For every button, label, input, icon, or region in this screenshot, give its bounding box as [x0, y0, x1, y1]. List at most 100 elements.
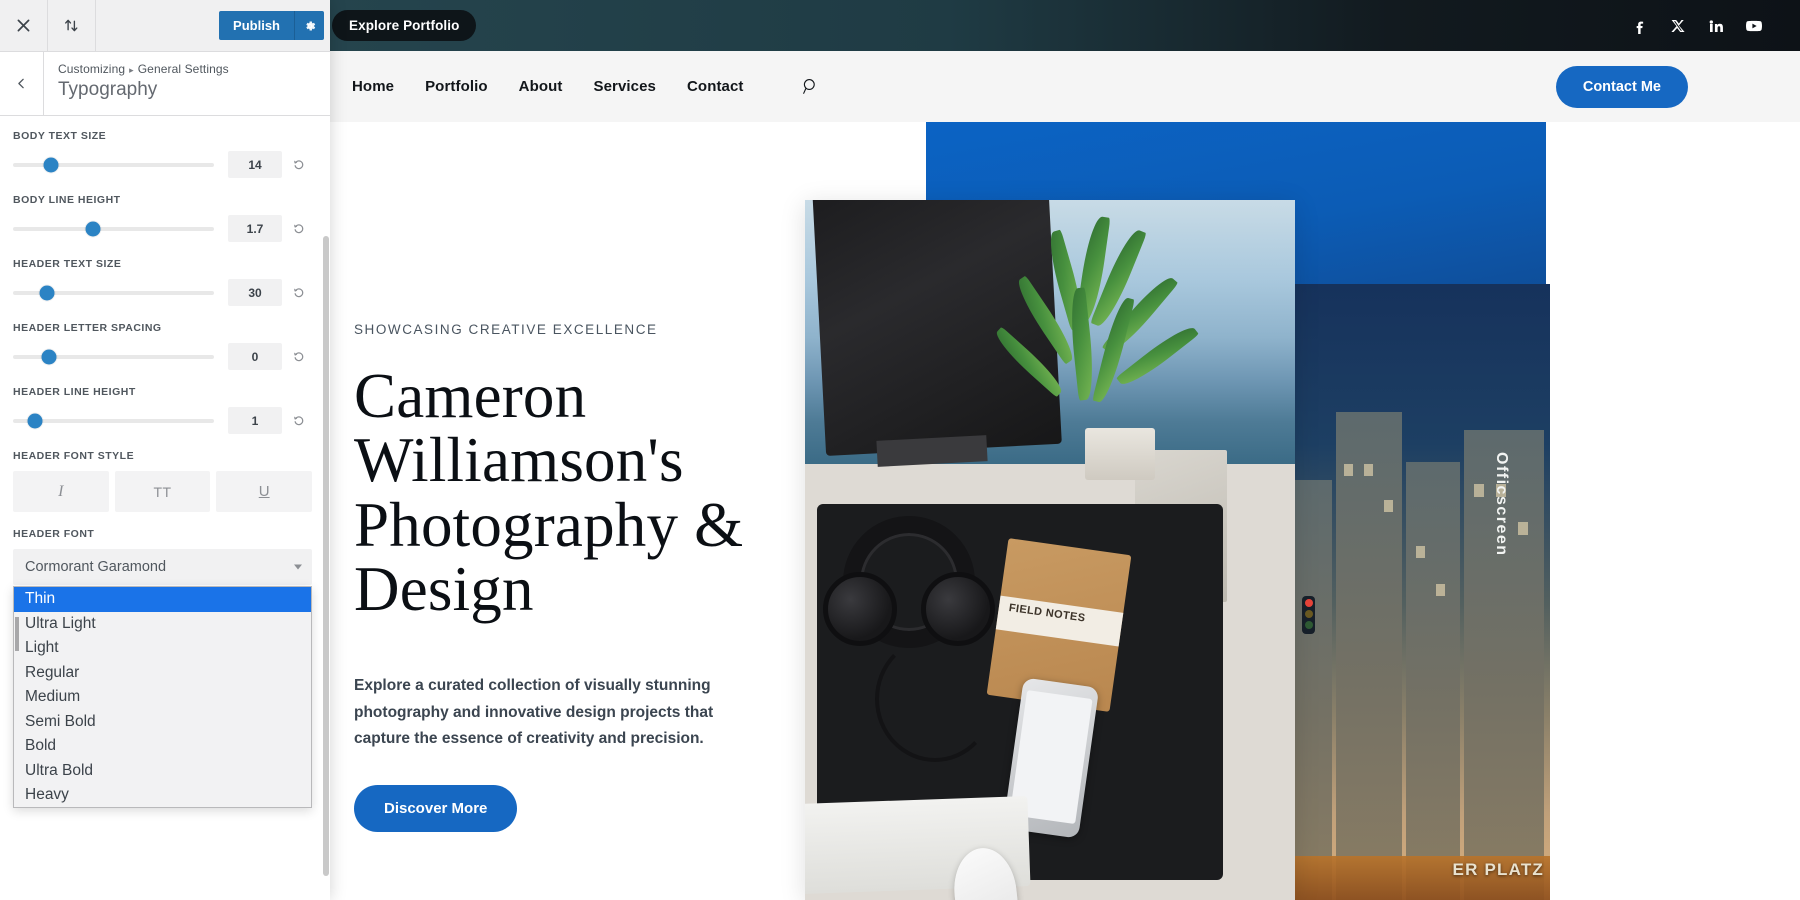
- control-header-letter-spacing: HEADER LETTER SPACING 0: [13, 322, 312, 370]
- breadcrumb-root[interactable]: Customizing: [58, 62, 125, 76]
- dropdown-option-medium[interactable]: Medium: [14, 685, 311, 710]
- search-icon[interactable]: [801, 77, 820, 96]
- city-caption: ER PLATZ: [1452, 860, 1544, 879]
- social-links: [1632, 18, 1762, 34]
- header-font-weight-dropdown[interactable]: Thin Ultra Light Light Regular Medium Se…: [13, 586, 312, 808]
- control-label: HEADER TEXT SIZE: [13, 258, 122, 270]
- hero-text-block: SHOWCASING CREATIVE EXCELLENCE Cameron W…: [354, 322, 824, 832]
- control-body-line-height: BODY LINE HEIGHT 1.7: [13, 194, 312, 242]
- publish-group: Publish: [219, 0, 330, 51]
- slider-track[interactable]: [13, 157, 214, 172]
- headphone-cup-left: [823, 572, 897, 646]
- publish-button[interactable]: Publish: [219, 11, 294, 40]
- control-header-line-height: HEADER LINE HEIGHT 1: [13, 386, 312, 434]
- gear-icon[interactable]: [294, 11, 324, 40]
- reset-icon[interactable]: [286, 414, 312, 428]
- nav-item-about[interactable]: About: [519, 78, 563, 95]
- chevron-down-icon: [294, 564, 302, 570]
- dropdown-option-regular[interactable]: Regular: [14, 661, 311, 686]
- slider-track[interactable]: [13, 285, 214, 300]
- control-label: BODY TEXT SIZE: [13, 130, 107, 142]
- plant-shape: [990, 214, 1221, 480]
- nav-item-portfolio[interactable]: Portfolio: [425, 78, 488, 95]
- slider-value[interactable]: 1: [228, 407, 282, 434]
- breadcrumb: Customizing ▸ General Settings: [58, 62, 330, 76]
- hero-section: ER PLATZ Officscreen FIELD NOTES SHOWCAS…: [330, 122, 1800, 900]
- back-chevron-icon[interactable]: [0, 52, 44, 115]
- control-label: BODY LINE HEIGHT: [13, 194, 121, 206]
- slider-knob[interactable]: [41, 349, 57, 364]
- dropdown-option-thin[interactable]: Thin: [14, 587, 311, 612]
- breadcrumb-separator: ▸: [129, 65, 134, 75]
- facebook-icon[interactable]: [1632, 18, 1648, 34]
- control-header-text-size: HEADER TEXT SIZE 30: [13, 258, 312, 306]
- slider-track[interactable]: [13, 221, 214, 236]
- close-icon[interactable]: [0, 0, 48, 51]
- slider-row: 14: [13, 151, 312, 178]
- breadcrumb-section[interactable]: General Settings: [138, 62, 229, 76]
- page-title: Typography: [58, 79, 158, 100]
- slider-row: 1: [13, 407, 312, 434]
- reset-icon[interactable]: [286, 350, 312, 364]
- nav-item-contact[interactable]: Contact: [687, 78, 744, 95]
- explore-portfolio-badge[interactable]: Explore Portfolio: [332, 10, 477, 41]
- customizer-titles: Customizing ▸ General Settings Typography: [44, 52, 330, 115]
- header-font-value: Cormorant Garamond: [25, 559, 167, 575]
- device-preview-icon[interactable]: [48, 0, 96, 51]
- linkedin-icon[interactable]: [1708, 18, 1724, 34]
- hero-eyebrow: SHOWCASING CREATIVE EXCELLENCE: [354, 322, 658, 337]
- dropdown-option-ultra-light[interactable]: Ultra Light: [14, 612, 311, 637]
- youtube-icon[interactable]: [1746, 18, 1762, 34]
- slider-track[interactable]: [13, 413, 214, 428]
- slider-track[interactable]: [13, 349, 214, 364]
- control-label: HEADER LETTER SPACING: [13, 322, 162, 334]
- slider-knob[interactable]: [43, 157, 59, 172]
- control-label: HEADER LINE HEIGHT: [13, 386, 136, 398]
- reset-icon[interactable]: [286, 158, 312, 172]
- slider-value[interactable]: 0: [228, 343, 282, 370]
- dropdown-option-semi-bold[interactable]: Semi Bold: [14, 710, 311, 735]
- preview-topbar: Explore Portfolio: [330, 0, 1800, 51]
- customizer-topbar: Publish: [0, 0, 330, 52]
- slider-knob[interactable]: [85, 221, 101, 236]
- contact-me-button[interactable]: Contact Me: [1555, 65, 1688, 108]
- uppercase-button[interactable]: TT: [114, 471, 211, 512]
- screen-caption: Officscreen: [1493, 452, 1510, 557]
- underline-button[interactable]: U: [216, 471, 313, 512]
- slider-knob[interactable]: [39, 285, 55, 300]
- reset-icon[interactable]: [286, 286, 312, 300]
- dropdown-option-light[interactable]: Light: [14, 636, 311, 661]
- headphone-cup-right: [921, 572, 995, 646]
- dropdown-scrollbar[interactable]: [15, 617, 19, 651]
- customizer-sidebar: Publish Customizing ▸ General Settings Typ…: [0, 0, 330, 900]
- desk-photo: FIELD NOTES: [805, 200, 1295, 900]
- nav-item-home[interactable]: Home: [352, 78, 394, 95]
- control-label: HEADER FONT: [13, 528, 95, 540]
- hero-title: Cameron Williamson's Photography & Desig…: [354, 361, 744, 624]
- headphone-cord-shape: [875, 636, 995, 762]
- slider-value[interactable]: 30: [228, 279, 282, 306]
- nav-item-services[interactable]: Services: [593, 78, 656, 95]
- site-preview: Explore Portfolio Home Portfolio About S…: [330, 0, 1800, 900]
- x-twitter-icon[interactable]: [1670, 18, 1686, 34]
- header-font-select[interactable]: Cormorant Garamond: [13, 549, 312, 585]
- control-label: HEADER FONT STYLE: [13, 450, 135, 462]
- customizer-scrollbar[interactable]: [323, 236, 329, 876]
- dropdown-option-heavy[interactable]: Heavy: [14, 783, 311, 807]
- slider-value[interactable]: 1.7: [228, 215, 282, 242]
- slider-value[interactable]: 14: [228, 151, 282, 178]
- dropdown-option-ultra-bold[interactable]: Ultra Bold: [14, 759, 311, 784]
- plant-pot-shape: [1085, 428, 1155, 480]
- slider-knob[interactable]: [27, 413, 43, 428]
- customizer-header: Customizing ▸ General Settings Typography: [0, 52, 330, 116]
- control-header-font: HEADER FONT Cormorant Garamond: [13, 528, 312, 585]
- italic-button[interactable]: I: [13, 471, 109, 512]
- reset-icon[interactable]: [286, 222, 312, 236]
- slider-row: 0: [13, 343, 312, 370]
- discover-more-button[interactable]: Discover More: [354, 784, 518, 832]
- preview-navbar: Home Portfolio About Services Contact Co…: [330, 51, 1800, 122]
- dropdown-option-bold[interactable]: Bold: [14, 734, 311, 759]
- slider-row: 30: [13, 279, 312, 306]
- hero-description: Explore a curated collection of visually…: [354, 677, 714, 748]
